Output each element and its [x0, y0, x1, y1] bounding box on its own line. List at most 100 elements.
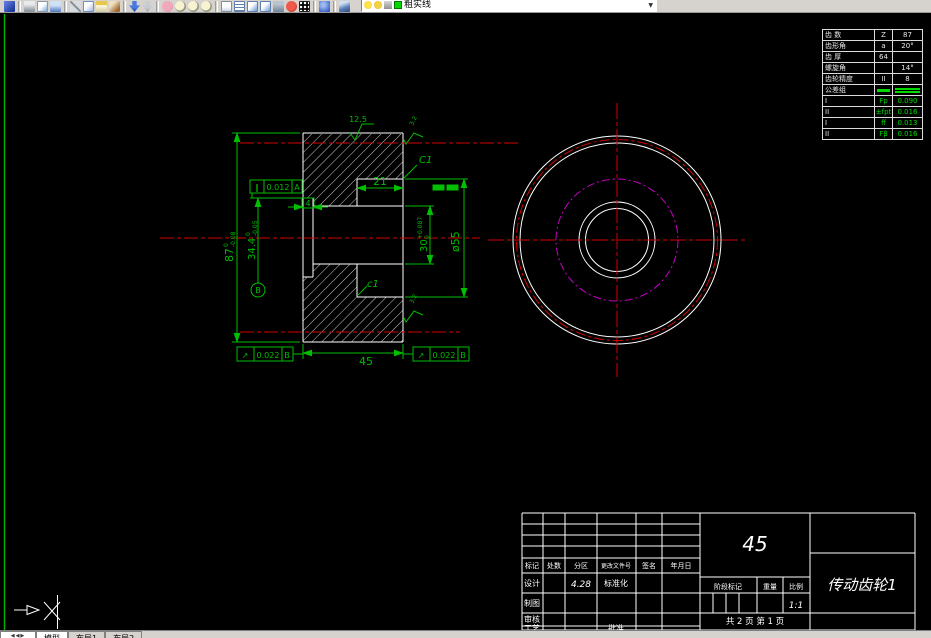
toolbar-separator [123, 1, 126, 12]
tolerance-bar [874, 84, 893, 96]
help-icon[interactable] [319, 1, 330, 12]
tb-weight-label: 重量 [763, 583, 777, 591]
tolerance-bar [892, 84, 923, 96]
dim-bore-tol-lo: 0 [424, 235, 431, 239]
gear-param-label: 齿 数 [822, 29, 875, 41]
parallelism-datum: A [294, 183, 300, 192]
toolbar-separator [333, 1, 336, 12]
dim-bore-text: 30 [419, 239, 430, 252]
plot-icon[interactable] [24, 1, 35, 12]
dim-od-tol-hi: 0 [223, 243, 230, 247]
gear-param-label: 齿 厚 [822, 51, 875, 63]
tolerance-group: I [822, 117, 875, 129]
plot-preview-icon[interactable] [37, 1, 48, 12]
zoom-window-icon[interactable] [188, 1, 199, 12]
dim-keyway: 34.4 0 -0.05 [245, 220, 259, 260]
paste-icon[interactable] [96, 1, 107, 12]
pan-icon[interactable] [162, 1, 173, 12]
tb-header-sign: 签名 [642, 561, 656, 570]
gear-table-row: I ff 0.013 [822, 117, 923, 129]
tb-scale-value: 1:1 [789, 601, 803, 611]
zoom-realtime-icon[interactable] [175, 1, 186, 12]
dim-bore-tol-hi: +0.087 [417, 217, 424, 239]
text-style-icon[interactable] [221, 1, 232, 12]
runout-left-value: 0.022 [257, 351, 280, 360]
tb-approve-label: 批准 [608, 623, 624, 630]
layer-freeze-icon [374, 1, 382, 9]
dim-step-text: 4 [305, 199, 310, 208]
gear-table-row: 齿形角 a 20° [822, 40, 923, 52]
table-style-icon[interactable] [234, 1, 245, 12]
cut-icon[interactable] [70, 1, 81, 12]
ucs-icon [14, 595, 61, 629]
gear-table-row: 齿轮精度 II 8 [822, 73, 923, 85]
roughness-top-text: 12.5 [349, 115, 367, 124]
dim-recess-dia-text: ø55 [449, 231, 462, 252]
tb-check-label: 审核 [524, 614, 540, 624]
dim-width-text: 45 [359, 355, 373, 368]
tb-design-date: 4.28 [571, 580, 591, 590]
drawing-svg: 87 0 -0.08 34.4 0 -0.05 B ∥ 0.012 A 4 21… [3, 14, 916, 633]
gear-table-row: II ±fpt 0.016 [822, 106, 923, 118]
tb-standardization-label: 标准化 [604, 578, 628, 588]
tolerance-symbol: ff [874, 117, 893, 129]
tab-layout2[interactable]: 布局2 [105, 631, 143, 638]
layer-manager-icon[interactable] [339, 1, 350, 12]
gear-param-symbol: II [874, 73, 893, 85]
runout-right-symbol: ↗ [418, 351, 425, 360]
tolerance-symbol: ±fpt [874, 106, 893, 118]
dim-recess-dia: ø55 [449, 231, 462, 252]
layer-dropdown[interactable]: 粗实线 ▼ [361, 0, 657, 12]
table-icon[interactable] [299, 1, 310, 12]
gear-table-row: II Fβ 0.016 [822, 128, 923, 140]
layer-color-swatch [394, 1, 402, 9]
runout-right-value: 0.022 [433, 351, 456, 360]
tab-nav-buttons[interactable]: ◀◀▶ [0, 631, 36, 638]
gear-param-value [892, 51, 923, 63]
publish-icon[interactable] [50, 1, 61, 12]
gear-param-value: 87 [892, 29, 923, 41]
gear-param-label: 螺旋角 [822, 62, 875, 74]
copy-icon[interactable] [83, 1, 94, 12]
front-view [488, 103, 748, 377]
gear-table-row: 公差组 [822, 84, 923, 96]
match-properties-icon[interactable] [109, 1, 120, 12]
undo-icon[interactable] [129, 1, 140, 12]
dim-od-text: 87 [223, 248, 236, 262]
tolerance-group-label: 公差组 [822, 84, 875, 96]
tolerance-group: I [822, 95, 875, 107]
tolerance-group: II [822, 128, 875, 140]
gear-param-label: 齿形角 [822, 40, 875, 52]
roughness-bottom-right-text: 3.2 [408, 293, 418, 305]
gear-param-value: 8 [892, 73, 923, 85]
design-center-icon[interactable] [260, 1, 271, 12]
gear-table-row: 螺旋角 14° [822, 62, 923, 74]
toolbar-separator [313, 1, 316, 12]
tb-header-date: 年月日 [671, 561, 692, 570]
runout-left-datum: B [284, 351, 290, 360]
zoom-previous-icon[interactable] [201, 1, 212, 12]
gear-param-symbol: a [874, 40, 893, 52]
gear-param-value: 20° [892, 40, 923, 52]
dim-keyway-tol-lo: -0.05 [252, 220, 259, 236]
chamfer-top-text: C1 [419, 155, 432, 166]
save-icon[interactable] [4, 1, 15, 12]
dim-bore: 30 +0.087 0 [417, 217, 431, 252]
tolerance-group: II [822, 106, 875, 118]
tool-palettes-icon[interactable] [273, 1, 284, 12]
cad-application-window: 粗实线 ▼ 87 0 -0.08 34.4 0 -0.05 B ∥ 0.012 … [0, 0, 931, 638]
tolerance-value: 0.016 [892, 128, 923, 140]
layer-lock-icon [384, 1, 392, 9]
gear-parameter-table: 齿 数 Z 87 齿形角 a 20° 齿 厚 64 螺旋角 14° 齿轮精度 I… [822, 29, 923, 140]
tab-layout1[interactable]: 布局1 [68, 631, 106, 638]
toolbar-separator [156, 1, 159, 12]
drawing-canvas[interactable]: 87 0 -0.08 34.4 0 -0.05 B ∥ 0.012 A 4 21… [0, 13, 931, 633]
render-icon[interactable] [286, 1, 297, 12]
tb-header-count: 处数 [547, 561, 561, 570]
redo-icon[interactable] [142, 1, 153, 12]
properties-icon[interactable] [247, 1, 258, 12]
title-block: 标记 处数 分区 更改文件号 签名 年月日 设计 4.28 标准化 制图 审核 … [521, 512, 916, 633]
gear-param-label: 齿轮精度 [822, 73, 875, 85]
gear-table-row: I Fp 0.090 [822, 95, 923, 107]
tab-model[interactable]: 模型 [36, 631, 68, 638]
